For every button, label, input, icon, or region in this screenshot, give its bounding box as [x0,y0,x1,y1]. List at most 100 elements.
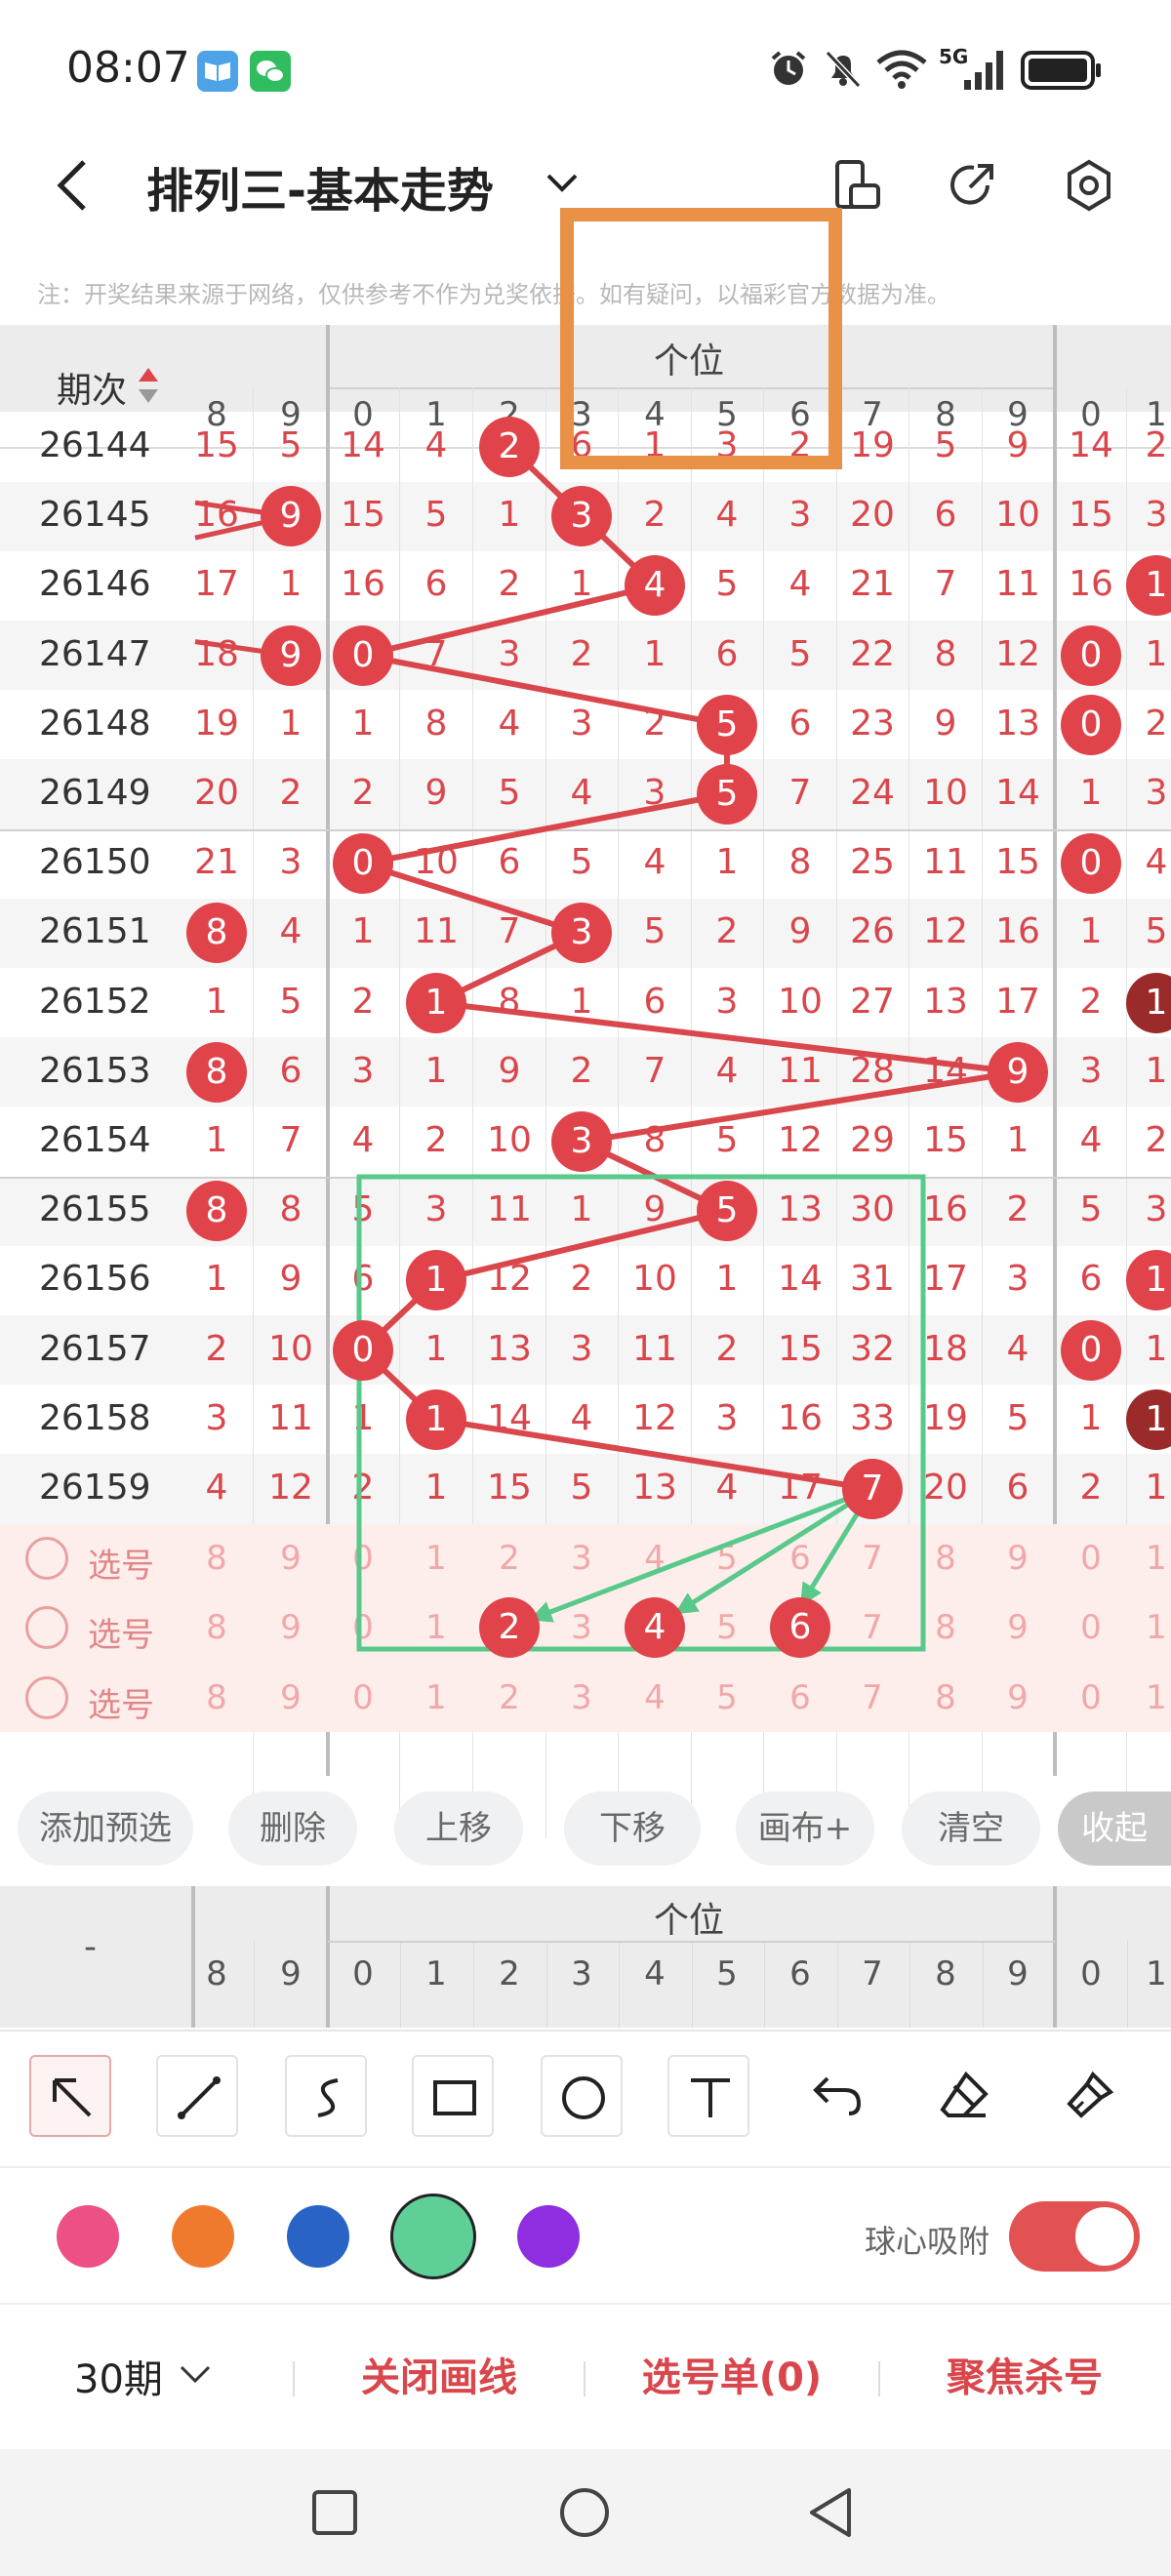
action-button[interactable]: 删除 [228,1791,357,1866]
share-icon[interactable] [945,158,999,217]
selected-number-ball[interactable]: 6 [770,1597,830,1659]
select-number[interactable]: 3 [552,1608,611,1647]
color-swatch[interactable] [517,2205,580,2268]
select-number[interactable]: 2 [480,1539,539,1578]
select-number[interactable]: 0 [334,1539,392,1578]
text-tool-button[interactable] [667,2055,749,2137]
select-number[interactable]: 4 [626,1678,684,1717]
sort-arrows-icon[interactable] [137,366,160,409]
select-number[interactable]: 3 [552,1678,611,1717]
select-number[interactable]: 1 [407,1678,465,1717]
hit-ball: 0 [333,1319,393,1381]
action-button[interactable]: 上移 [394,1791,523,1866]
recents-icon[interactable] [310,2488,359,2541]
focus-kill-button[interactable]: 聚焦杀号 [898,2346,1151,2402]
select-number[interactable]: 9 [989,1539,1047,1578]
select-number[interactable]: 3 [552,1539,611,1578]
select-number[interactable]: 9 [262,1608,320,1647]
back-nav-icon[interactable] [806,2486,855,2543]
select-number[interactable]: 4 [626,1539,684,1578]
home-icon[interactable] [558,2486,611,2543]
undo-icon[interactable] [810,2069,865,2127]
eraser-icon[interactable] [937,2069,991,2127]
color-swatch[interactable] [172,2205,234,2268]
period-select[interactable]: 30期 [74,2348,163,2404]
rectangle-tool-button[interactable] [412,2055,494,2137]
select-number[interactable]: 6 [771,1678,829,1717]
select-number[interactable]: 0 [1062,1678,1120,1717]
select-number[interactable]: 5 [698,1539,756,1578]
back-button[interactable] [51,156,101,215]
action-button[interactable]: 下移 [564,1791,701,1866]
table-cell: 2 [715,911,739,952]
table-cell: 2 [279,773,303,813]
select-number[interactable]: 9 [262,1678,320,1717]
select-number[interactable]: 9 [989,1608,1047,1647]
select-number[interactable]: 8 [916,1539,975,1578]
picks-list-button[interactable]: 选号单(0) [605,2346,859,2402]
action-button[interactable]: 画布+ [736,1791,874,1866]
select-number[interactable]: 9 [262,1539,320,1578]
select-number[interactable]: 9 [989,1678,1047,1717]
period-sort-header[interactable]: 期次 [57,362,127,413]
select-number[interactable]: 8 [187,1678,246,1717]
select-number[interactable]: 7 [843,1678,902,1717]
table-cell: 5 [788,633,812,674]
screen-rotate-icon[interactable] [829,158,884,217]
close-drawing-button[interactable]: 关闭画线 [322,2346,556,2402]
select-radio-icon[interactable] [25,1537,68,1581]
select-tool-button[interactable] [29,2055,111,2137]
select-number[interactable]: 7 [843,1608,902,1647]
table-cell: 1 [715,1259,739,1300]
select-number[interactable]: 1 [407,1539,465,1578]
select-number[interactable]: 8 [187,1539,246,1578]
settings-icon[interactable] [1060,156,1118,219]
table-cell: 11 [414,911,459,952]
select-radio-icon[interactable] [25,1675,68,1719]
page-title[interactable]: 排列三-基本走势 [146,152,494,221]
action-button[interactable]: 添加预选 [18,1791,193,1866]
selected-number-ball[interactable]: 2 [479,1597,540,1659]
table-cell: 2 [351,1468,375,1508]
hit-ball: 1 [406,1389,466,1450]
select-number[interactable]: 8 [916,1608,975,1647]
action-button[interactable]: 收起 [1058,1791,1171,1866]
select-number[interactable]: 5 [698,1608,756,1647]
select-number[interactable]: 1 [1127,1678,1171,1717]
action-button[interactable]: 清空 [902,1791,1040,1866]
color-swatch[interactable] [390,2194,476,2279]
circle-tool-button[interactable] [541,2055,623,2137]
select-number[interactable]: 5 [698,1678,756,1717]
select-number[interactable]: 1 [1127,1608,1171,1647]
title-dropdown-chevron-icon[interactable] [543,168,582,201]
color-swatch[interactable] [287,2205,349,2268]
select-number[interactable]: 8 [916,1678,975,1717]
curve-tool-button[interactable] [285,2055,367,2137]
select-number[interactable]: 7 [843,1539,902,1578]
table-cell: 16 [923,1189,968,1230]
select-number[interactable]: 1 [407,1608,465,1647]
select-label[interactable]: 选号 [88,1608,154,1656]
period-chevron-down-icon[interactable] [176,2361,215,2393]
select-label[interactable]: 选号 [88,1678,154,1726]
brush-clear-icon[interactable] [1062,2069,1116,2127]
magnet-toggle[interactable] [1009,2201,1140,2272]
color-swatch[interactable] [57,2205,119,2268]
table-cell: 4 [570,1397,593,1438]
selected-number-ball[interactable]: 4 [625,1597,685,1659]
table-cell: 16 [778,1397,823,1438]
select-number[interactable]: 0 [334,1678,392,1717]
select-number[interactable]: 8 [187,1608,246,1647]
reader-app-icon [197,51,238,92]
select-number[interactable]: 0 [1062,1608,1120,1647]
select-number[interactable]: 1 [1127,1539,1171,1578]
select-number[interactable]: 6 [771,1539,829,1578]
period-number: 26151 [39,911,151,952]
table-cell: 3 [498,633,521,674]
select-number[interactable]: 0 [334,1608,392,1647]
select-label[interactable]: 选号 [88,1539,154,1587]
select-number[interactable]: 0 [1062,1539,1120,1578]
line-tool-button[interactable] [156,2055,238,2137]
select-number[interactable]: 2 [480,1678,539,1717]
table-cell: 3 [1145,495,1168,536]
